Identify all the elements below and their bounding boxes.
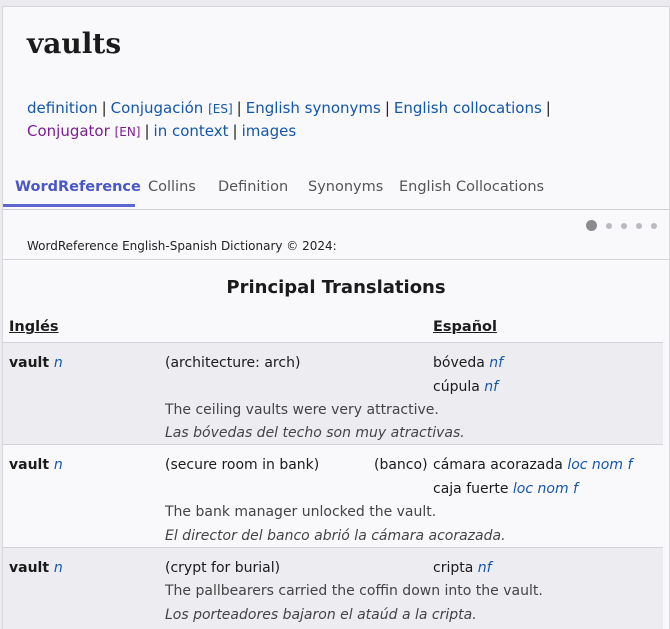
- sense-note: (secure room in bank): [165, 457, 320, 473]
- link-separator: |: [384, 99, 390, 117]
- table-row: vault n (secure room in bank) (banco) cá…: [3, 444, 663, 548]
- link-separator: |: [232, 122, 238, 140]
- example-spanish: Las bóvedas del techo son muy atractivas…: [165, 425, 465, 441]
- tab-collins[interactable]: Collins: [148, 179, 196, 195]
- table-row: vault n (architecture: arch) bóveda nf c…: [3, 342, 663, 445]
- column-header-spanish: Español: [433, 319, 497, 335]
- sense-note: (crypt for burial): [165, 560, 281, 576]
- example-english: The pallbearers carried the coffin down …: [165, 583, 543, 599]
- divider: [3, 259, 669, 260]
- sense-note: (architecture: arch): [165, 355, 301, 371]
- translation: cámara acorazada loc nom f: [433, 457, 633, 473]
- related-links: definition | Conjugación [ES] | English syno…: [27, 97, 647, 143]
- link-separator: |: [236, 99, 242, 117]
- translation: cripta nf: [433, 560, 492, 576]
- dictionary-panel: vaults definition | Conjugación [ES] | Engli…: [2, 6, 670, 629]
- context-note: (banco): [374, 457, 428, 473]
- part-of-speech: nf: [484, 379, 499, 395]
- column-header-english: Inglés: [9, 319, 59, 335]
- translation: bóveda nf: [433, 355, 504, 371]
- link-conjugator[interactable]: Conjugator [EN]: [27, 122, 140, 140]
- source-word: vault n: [9, 355, 63, 371]
- translation: caja fuerte loc nom f: [433, 481, 578, 497]
- carousel-dot[interactable]: [621, 222, 627, 229]
- section-title: Principal Translations: [226, 277, 446, 298]
- link-images[interactable]: images: [242, 122, 297, 140]
- language-tag: [ES]: [208, 102, 233, 116]
- page-title: vaults: [27, 27, 122, 60]
- source-word: vault n: [9, 457, 63, 473]
- active-tab-indicator: [3, 204, 135, 207]
- source-word: vault n: [9, 560, 63, 576]
- translation: cúpula nf: [433, 379, 499, 395]
- part-of-speech: nf: [489, 355, 504, 371]
- carousel-dot-active[interactable]: [586, 220, 597, 231]
- example-spanish: Los porteadores bajaron el ataúd a la cr…: [165, 607, 477, 623]
- part-of-speech: loc nom f: [567, 457, 633, 473]
- link-english-collocations[interactable]: English collocations: [394, 99, 542, 117]
- part-of-speech: n: [53, 457, 63, 473]
- carousel-dots: [577, 215, 657, 234]
- link-english-synonyms[interactable]: English synonyms: [246, 99, 381, 117]
- link-definition[interactable]: definition: [27, 99, 98, 117]
- link-conjugacion[interactable]: Conjugación [ES]: [111, 99, 233, 117]
- link-separator: |: [545, 99, 551, 117]
- part-of-speech: n: [53, 355, 63, 371]
- tab-synonyms[interactable]: Synonyms: [308, 179, 383, 195]
- carousel-dot[interactable]: [651, 222, 657, 229]
- carousel-dot[interactable]: [606, 222, 612, 229]
- tab-wordreference[interactable]: WordReference: [15, 179, 141, 195]
- copyright-notice: WordReference English-Spanish Dictionary…: [27, 239, 337, 253]
- tab-english-collocations[interactable]: English Collocations: [399, 179, 544, 195]
- carousel-dot[interactable]: [636, 222, 642, 229]
- part-of-speech: loc nom f: [512, 481, 578, 497]
- part-of-speech: nf: [477, 560, 492, 576]
- link-separator: |: [144, 122, 150, 140]
- tab-definition[interactable]: Definition: [218, 179, 288, 195]
- part-of-speech: n: [53, 560, 63, 576]
- example-english: The ceiling vaults were very attractive.: [165, 402, 439, 418]
- table-row: vault n (crypt for burial) cripta nf The…: [3, 547, 663, 629]
- language-tag: [EN]: [114, 125, 141, 139]
- link-in-context[interactable]: in context: [154, 122, 229, 140]
- link-separator: |: [101, 99, 107, 117]
- example-spanish: El director del banco abrió la cámara ac…: [165, 528, 506, 544]
- example-english: The bank manager unlocked the vault.: [165, 504, 437, 520]
